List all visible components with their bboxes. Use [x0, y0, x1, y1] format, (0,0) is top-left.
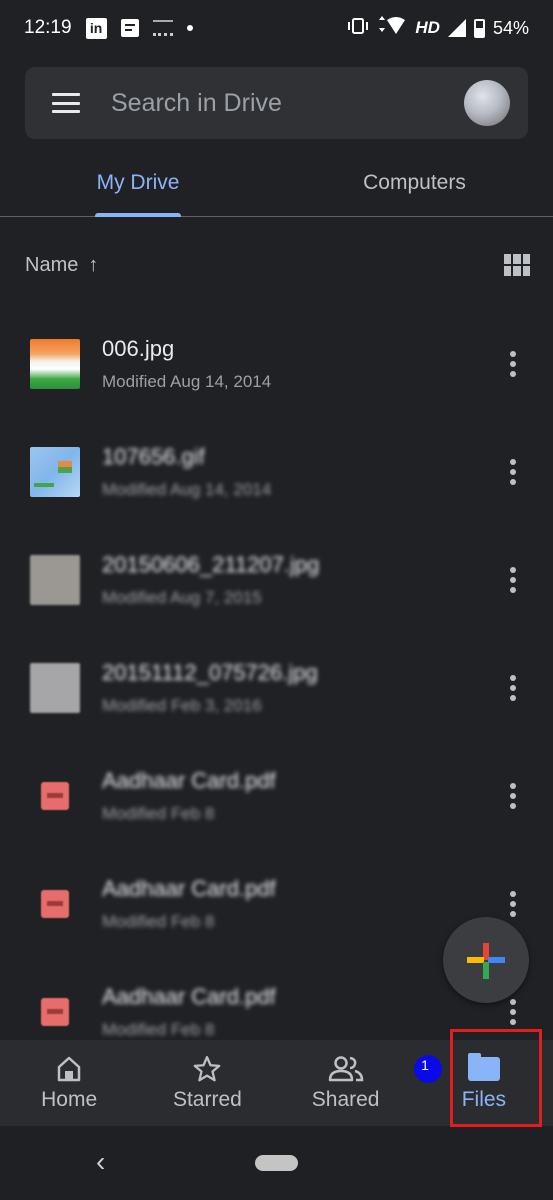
annotation-badge: 1: [414, 1055, 442, 1083]
tab-computers[interactable]: Computers: [276, 150, 553, 216]
nav-label: Shared: [311, 1088, 380, 1111]
list-item[interactable]: 006.jpg Modified Aug 14, 2014: [0, 310, 553, 418]
system-navigation-bar: ‹: [0, 1126, 553, 1200]
battery-icon: [473, 18, 485, 38]
amazon-cart-icon: [152, 20, 173, 36]
file-modified: Modified Feb 8: [102, 912, 215, 931]
hd-icon: HD: [415, 18, 440, 37]
shared-people-icon: [328, 1054, 364, 1084]
tab-label: Computers: [363, 171, 466, 194]
linkedin-icon: in: [85, 17, 107, 39]
home-icon: [55, 1054, 83, 1084]
file-name: Aadhaar Card.pdf: [102, 876, 276, 901]
more-options-icon[interactable]: [498, 452, 528, 492]
list-item[interactable]: 107656.gif Modified Aug 14, 2014: [0, 418, 553, 526]
star-icon: [192, 1054, 222, 1084]
status-bar: 12:19 in HD 54%: [0, 0, 553, 56]
file-modified: Modified Feb 8: [102, 1020, 215, 1039]
wifi-icon: [377, 15, 407, 41]
nav-label: Home: [41, 1088, 98, 1111]
tab-my-drive[interactable]: My Drive: [0, 150, 276, 217]
more-options-icon[interactable]: [498, 884, 528, 924]
file-name: 20151112_075726.jpg: [102, 660, 318, 685]
file-name: 107656.gif: [102, 444, 205, 469]
image-thumbnail: [30, 447, 80, 497]
more-options-icon[interactable]: [498, 668, 528, 708]
pdf-icon: [41, 890, 69, 918]
hamburger-menu-icon[interactable]: [52, 93, 80, 113]
nav-shared[interactable]: Shared: [277, 1040, 415, 1126]
back-icon[interactable]: ‹: [96, 1146, 105, 1178]
image-thumbnail: [30, 339, 80, 389]
list-item[interactable]: 20151112_075726.jpg Modified Feb 3, 2016: [0, 634, 553, 742]
file-name: Aadhaar Card.pdf: [102, 768, 276, 793]
image-thumbnail: [30, 663, 80, 713]
tab-label: My Drive: [96, 171, 180, 194]
pdf-icon: [41, 782, 69, 810]
more-options-icon[interactable]: [498, 344, 528, 384]
file-name: Aadhaar Card.pdf: [102, 984, 276, 1009]
grid-view-icon[interactable]: [504, 254, 530, 276]
file-modified: Modified Feb 8: [102, 804, 215, 823]
sort-by-name-button[interactable]: Name: [25, 254, 78, 277]
file-name: 20150606_211207.jpg: [102, 552, 320, 577]
nav-starred[interactable]: Starred: [138, 1040, 276, 1126]
list-item[interactable]: Aadhaar Card.pdf Modified Feb 8: [0, 742, 553, 850]
battery-percent: 54%: [492, 17, 529, 38]
home-pill-button[interactable]: [255, 1155, 298, 1171]
signal-icon: [447, 19, 466, 37]
vibrate-icon: [347, 17, 369, 39]
list-item[interactable]: 20150606_211207.jpg Modified Aug 7, 2015: [0, 526, 553, 634]
image-thumbnail: [30, 555, 80, 605]
pdf-icon: [41, 998, 69, 1026]
more-options-icon[interactable]: [498, 776, 528, 816]
search-bar[interactable]: Search in Drive: [25, 67, 528, 139]
nav-home[interactable]: Home: [0, 1040, 138, 1126]
file-modified: Modified Feb 3, 2016: [102, 696, 262, 715]
file-modified: Modified Aug 14, 2014: [102, 372, 272, 391]
notification-dot-icon: [186, 25, 193, 31]
arrow-up-icon[interactable]: ↑: [88, 254, 98, 277]
more-options-icon[interactable]: [498, 560, 528, 600]
file-name: 006.jpg: [102, 336, 175, 361]
messages-icon: [120, 19, 139, 37]
account-avatar[interactable]: [464, 80, 510, 126]
search-input[interactable]: Search in Drive: [111, 89, 464, 118]
sort-row: Name ↑: [25, 245, 530, 285]
file-modified: Modified Aug 7, 2015: [102, 588, 262, 607]
nav-label: Starred: [172, 1088, 242, 1111]
file-modified: Modified Aug 14, 2014: [102, 480, 272, 499]
annotation-highlight-box: [450, 1029, 542, 1127]
drive-tabs: My Drive Computers: [0, 150, 553, 217]
clock: 12:19: [24, 17, 72, 38]
new-fab-button[interactable]: [443, 917, 529, 1003]
